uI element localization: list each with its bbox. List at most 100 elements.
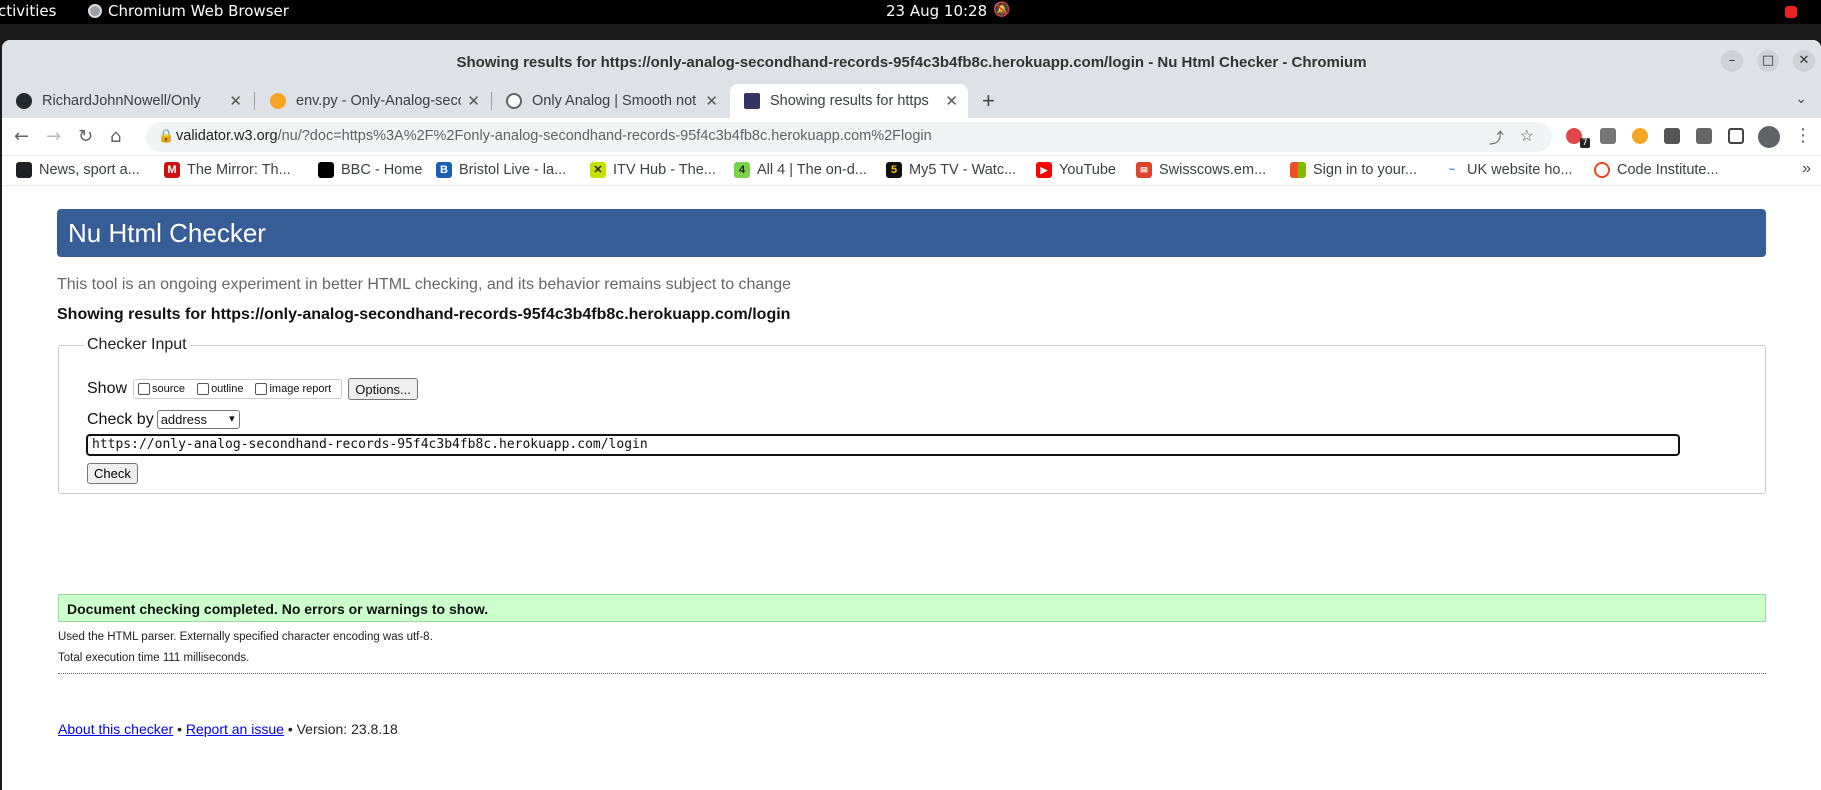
- mirror-icon: M: [164, 162, 180, 178]
- activities-button[interactable]: ctivities: [0, 2, 56, 20]
- chromium-icon: [88, 4, 102, 18]
- bookmark-star-icon[interactable]: ☆: [1520, 126, 1534, 146]
- page-header: Nu Html Checker: [57, 209, 1766, 257]
- tab-label: Only Analog | Smooth not: [532, 93, 697, 109]
- home-button[interactable]: ⌂: [110, 126, 121, 147]
- tab-close-icon[interactable]: ✕: [705, 92, 718, 110]
- tab-label: env.py - Only-Analog-seco: [296, 93, 462, 109]
- bookmark-my5[interactable]: 5 My5 TV - Watc...: [886, 162, 1016, 178]
- browser-menu-icon[interactable]: ⋮: [1794, 125, 1812, 146]
- qr-code-icon[interactable]: [1664, 128, 1680, 144]
- itv-icon: ✕: [590, 162, 606, 178]
- uk-website-icon: ~: [1444, 162, 1460, 178]
- bookmark-microsoft-signin[interactable]: Sign in to your...: [1290, 162, 1417, 178]
- check-by-label: Check by: [87, 410, 154, 428]
- new-tab-button[interactable]: +: [982, 88, 995, 114]
- version-text: • Version: 23.8.18: [287, 721, 398, 737]
- extension-cloud-icon[interactable]: [1600, 128, 1616, 144]
- check-by-row: Check by address ▾: [87, 410, 240, 429]
- more-bookmarks-icon[interactable]: »: [1802, 160, 1811, 178]
- side-panel-icon[interactable]: [1728, 128, 1744, 144]
- bookmark-bristol-live[interactable]: B Bristol Live - la...: [436, 162, 566, 178]
- close-window-button[interactable]: ✕: [1793, 50, 1815, 72]
- back-button[interactable]: ←: [14, 126, 29, 147]
- bookmark-mirror[interactable]: M The Mirror: Th...: [164, 162, 291, 178]
- tab-strip: RichardJohnNowell/Only ✕ env.py - Only-A…: [2, 84, 1821, 118]
- bookmark-news-sport[interactable]: News, sport a...: [16, 162, 140, 178]
- bookmark-all4[interactable]: 4 All 4 | The on-d...: [734, 162, 867, 178]
- image-report-checkbox[interactable]: [255, 383, 268, 395]
- minimize-button[interactable]: –: [1721, 50, 1743, 72]
- check-by-select[interactable]: address ▾: [156, 410, 240, 429]
- address-url[interactable]: validator.w3.org/nu/?doc=https%3A%2F%2Fo…: [176, 128, 932, 144]
- maximize-button[interactable]: □: [1757, 50, 1779, 72]
- youtube-icon: ▶: [1036, 162, 1052, 178]
- tab-search-chevron-icon[interactable]: ⌄: [1795, 90, 1807, 107]
- tray-app-icon[interactable]: [1785, 6, 1797, 18]
- tab-gitpod-env[interactable]: env.py - Only-Analog-seco ✕: [256, 84, 490, 118]
- tab-github[interactable]: RichardJohnNowell/Only ✕: [2, 84, 252, 118]
- clock[interactable]: 23 Aug 10:28: [886, 2, 987, 20]
- microsoft-icon: [1290, 162, 1306, 178]
- code-institute-icon: [1594, 162, 1610, 178]
- about-checker-link[interactable]: About this checker: [58, 721, 173, 737]
- chevron-down-icon: ▾: [229, 413, 235, 425]
- bookmark-code-institute[interactable]: Code Institute...: [1594, 162, 1719, 178]
- browser-toolbar: ← → ↻ ⌂ 🔒 validator.w3.org/nu/?doc=https…: [2, 118, 1821, 156]
- bbc-icon: [318, 162, 334, 178]
- profile-avatar-icon[interactable]: [1758, 126, 1780, 148]
- all4-icon: 4: [734, 162, 750, 178]
- page-title: Nu Html Checker: [68, 218, 266, 248]
- swisscows-icon: ✉: [1136, 162, 1152, 178]
- forward-button[interactable]: →: [46, 126, 61, 147]
- checker-input-fieldset: Checker Input Show source outline image …: [58, 336, 1766, 494]
- gitpod-icon: [270, 93, 286, 109]
- tab-validator-active[interactable]: Showing results for https ✕: [730, 84, 968, 118]
- bookmark-uk-website[interactable]: ~ UK website ho...: [1444, 162, 1573, 178]
- footer-separator: •: [177, 721, 182, 737]
- page-subtitle: This tool is an ongoing experiment in be…: [57, 276, 792, 293]
- reload-button[interactable]: ↻: [78, 126, 93, 147]
- window-titlebar: Showing results for https://only-analog-…: [2, 40, 1821, 84]
- share-icon[interactable]: ⤴: [1489, 127, 1504, 148]
- address-bar[interactable]: 🔒 validator.w3.org/nu/?doc=https%3A%2F%2…: [146, 122, 1552, 152]
- options-button[interactable]: Options...: [348, 378, 418, 400]
- tab-close-icon[interactable]: ✕: [945, 92, 958, 110]
- report-issue-link[interactable]: Report an issue: [186, 721, 284, 737]
- tab-label: Showing results for https: [770, 93, 929, 109]
- system-tray[interactable]: [1761, 0, 1821, 24]
- globe-icon: [506, 93, 522, 109]
- source-checkbox[interactable]: [138, 383, 151, 395]
- bristol-live-icon: B: [436, 162, 452, 178]
- bookmark-icon: [16, 162, 32, 178]
- bookmark-youtube[interactable]: ▶ YouTube: [1036, 162, 1116, 178]
- success-message: Document checking completed. No errors o…: [58, 594, 1766, 622]
- notifications-muted-icon: 🔕: [993, 2, 1011, 18]
- bookmark-bbc[interactable]: BBC - Home: [318, 162, 422, 178]
- document-url-input[interactable]: https://only-analog-secondhand-records-9…: [86, 434, 1680, 456]
- outline-checkbox[interactable]: [197, 383, 210, 395]
- os-top-panel: ctivities Chromium Web Browser 23 Aug 10…: [0, 0, 1821, 24]
- my5-icon: 5: [886, 162, 902, 178]
- web-page: Nu Html Checker This tool is an ongoing …: [2, 190, 1821, 790]
- lock-icon[interactable]: 🔒: [158, 128, 174, 144]
- show-label: Show: [87, 380, 128, 397]
- extensions-puzzle-icon[interactable]: [1696, 128, 1712, 144]
- app-menu[interactable]: Chromium Web Browser: [88, 2, 289, 20]
- show-checkbox-group: source outline image report: [133, 379, 343, 399]
- parser-info: Used the HTML parser. Externally specifi…: [58, 631, 433, 643]
- app-name: Chromium Web Browser: [108, 2, 289, 20]
- show-options-row: Show source outline image report Options…: [87, 378, 418, 400]
- tab-label: RichardJohnNowell/Only: [42, 93, 201, 109]
- bookmarks-bar: News, sport a... M The Mirror: Th... BBC …: [2, 156, 1821, 186]
- extension-badge: 7: [1580, 138, 1590, 148]
- github-icon: [16, 93, 32, 109]
- check-button[interactable]: Check: [87, 463, 138, 484]
- tab-only-analog[interactable]: Only Analog | Smooth not ✕: [492, 84, 728, 118]
- bookmark-itv-hub[interactable]: ✕ ITV Hub - The...: [590, 162, 716, 178]
- bookmark-swisscows[interactable]: ✉ Swisscows.em...: [1136, 162, 1266, 178]
- tab-close-icon[interactable]: ✕: [467, 92, 480, 110]
- extension-g-icon[interactable]: [1632, 128, 1648, 144]
- results-for-heading: Showing results for https://only-analog-…: [57, 306, 791, 323]
- tab-close-icon[interactable]: ✕: [229, 92, 242, 110]
